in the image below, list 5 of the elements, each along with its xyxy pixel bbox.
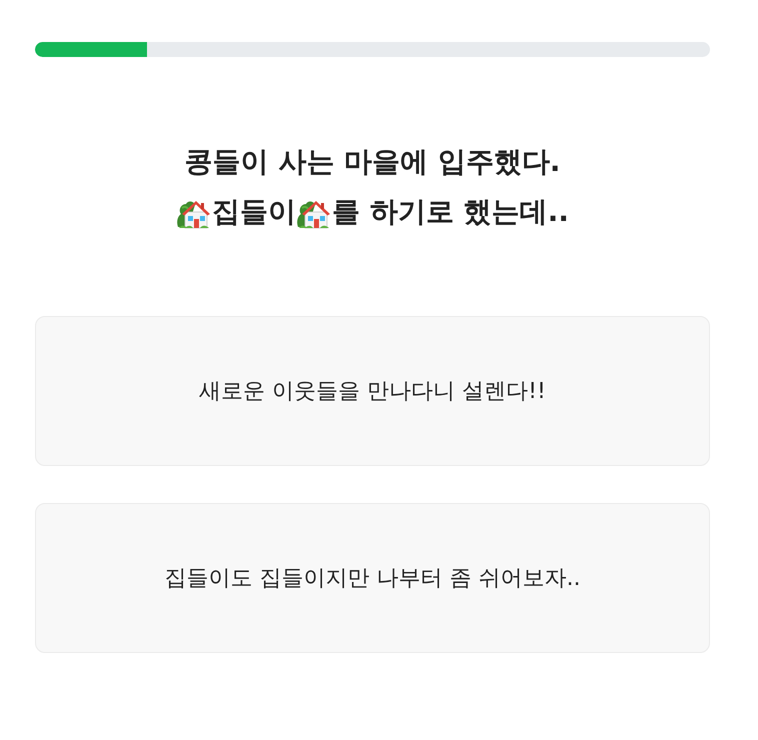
question-text: 콩들이 사는 마을에 입주했다.	[184, 144, 560, 180]
question-text: 집들이	[212, 194, 296, 230]
question-text: 를 하기로 했는데..	[332, 194, 569, 230]
answer-option[interactable]: 새로운 이웃들을 만나다니 설렌다!!	[35, 316, 710, 466]
answer-option[interactable]: 집들이도 집들이지만 나부터 좀 쉬어보자..	[35, 503, 710, 653]
